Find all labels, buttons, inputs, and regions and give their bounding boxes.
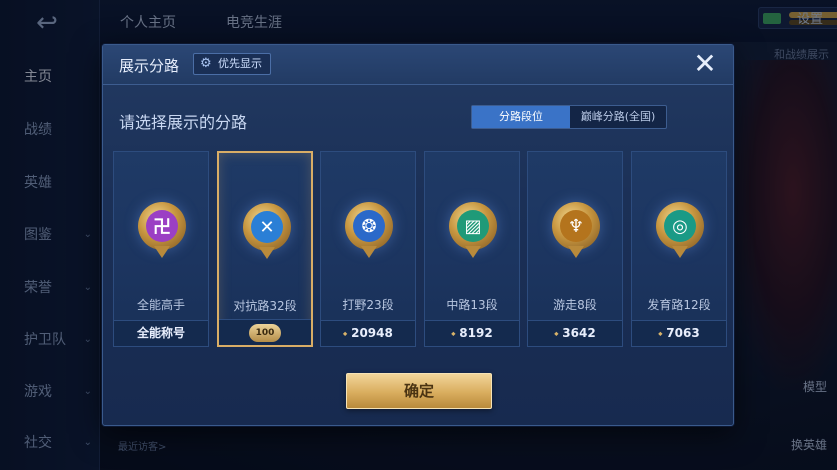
lane-name: 对抗路32段 [233, 299, 297, 313]
emblem-tail [465, 246, 481, 258]
gear-icon: ⚙ [200, 56, 212, 71]
lane-name: 游走8段 [553, 298, 597, 312]
lane-card[interactable]: 卍全能高手 全能称号 [113, 151, 209, 347]
tab-lane-rank[interactable]: 分路段位 [472, 106, 570, 128]
lane-emblem-icon: ◎ [652, 198, 708, 262]
lane-stat: 100 [219, 319, 311, 345]
emblem-tail [672, 246, 688, 258]
emblem-core: ▨ [457, 210, 489, 242]
emblem-core: 卍 [146, 210, 178, 242]
emblem-core: ❂ [353, 210, 385, 242]
emblem-core: ♆ [560, 210, 592, 242]
lane-card-list: 卍全能高手 全能称号 ✕ 对抗路32段 100 ❂ 打野23段 ⬩ 20948 ▨ 中路13段 ⬩ 81… [113, 151, 727, 347]
points-icon: ⬩ [343, 327, 348, 340]
lane-stat-value: 3642 [562, 326, 596, 340]
lane-card[interactable]: ✕ 对抗路32段 100 [217, 151, 313, 347]
modal-header: 展示分路 ⚙ 优先显示 ✕ [103, 45, 733, 85]
lane-stat-value: 7063 [666, 326, 700, 340]
lane-name: 全能高手 [136, 298, 185, 312]
lane-name: 打野23段 [342, 298, 394, 312]
lane-card[interactable]: ❂ 打野23段 ⬩ 20948 [320, 151, 416, 347]
modal-title: 展示分路 [119, 57, 180, 75]
lane-stat-value: 8192 [459, 326, 493, 340]
emblem-core: ◎ [664, 210, 696, 242]
lane-emblem-icon: 卍 [134, 198, 190, 262]
emblem-tail [568, 246, 584, 258]
close-icon[interactable]: ✕ [691, 50, 719, 78]
points-icon: ⬩ [554, 327, 559, 340]
points-icon: ⬩ [451, 327, 456, 340]
view-toggle: 分路段位 巅峰分路(全国) [471, 105, 667, 129]
emblem-tail [154, 246, 170, 258]
lane-emblem-icon: ♆ [548, 198, 604, 262]
lane-stat: ⬩ 3642 [528, 320, 622, 346]
lane-name: 中路13段 [446, 298, 498, 312]
rank-badge: 100 [249, 324, 281, 342]
lane-emblem-icon: ▨ [445, 198, 501, 262]
points-icon: ⬩ [658, 327, 663, 340]
modal-subtitle: 请选择展示的分路 [119, 113, 248, 132]
lane-stat: ⬩ 7063 [632, 320, 726, 346]
emblem-tail [361, 246, 377, 258]
priority-display-button[interactable]: ⚙ 优先显示 [193, 53, 271, 75]
lane-name: 发育路12段 [647, 298, 711, 312]
lane-stat: ⬩ 20948 [321, 320, 415, 346]
emblem-tail [259, 247, 275, 259]
priority-label: 优先显示 [218, 57, 262, 70]
lane-emblem-icon: ❂ [341, 198, 397, 262]
lane-emblem-icon: ✕ [239, 199, 295, 263]
tab-peak-lane[interactable]: 巅峰分路(全国) [570, 106, 666, 128]
lane-card[interactable]: ♆ 游走8段 ⬩ 3642 [527, 151, 623, 347]
lane-stat: ⬩ 8192 [425, 320, 519, 346]
confirm-button[interactable]: 确定 [346, 373, 492, 409]
lane-stat-value: 20948 [351, 326, 393, 340]
lane-display-modal: 展示分路 ⚙ 优先显示 ✕ 请选择展示的分路 分路段位 巅峰分路(全国) 卍全能… [102, 44, 734, 426]
lane-card[interactable]: ◎ 发育路12段 ⬩ 7063 [631, 151, 727, 347]
emblem-core: ✕ [251, 211, 283, 243]
lane-stat-value: 全能称号 [136, 326, 185, 340]
lane-stat: 全能称号 [114, 320, 208, 346]
lane-card[interactable]: ▨ 中路13段 ⬩ 8192 [424, 151, 520, 347]
